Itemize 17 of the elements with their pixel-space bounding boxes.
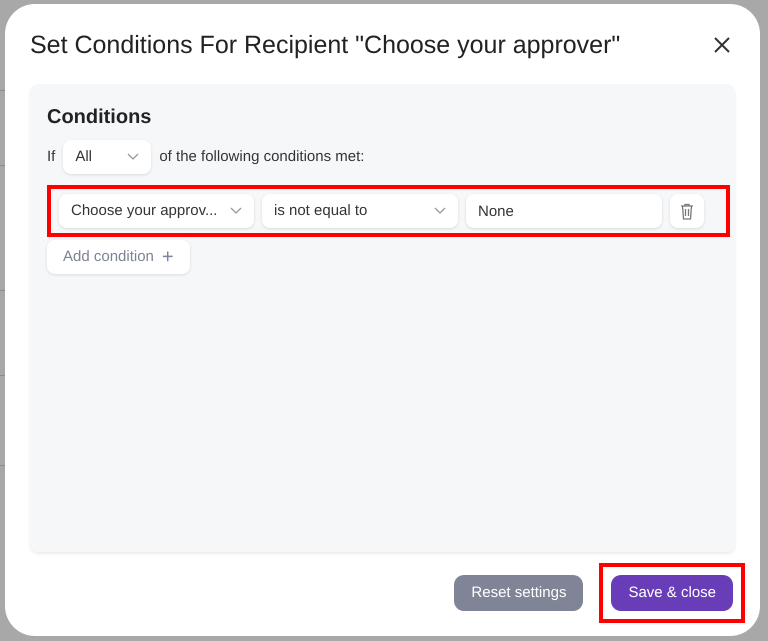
dialog-title: Set Conditions For Recipient "Choose your approver" [30, 30, 620, 60]
save-button[interactable]: Save & close [611, 575, 733, 611]
chevron-down-icon [434, 207, 446, 215]
field-dropdown[interactable]: Choose your approv... [59, 194, 254, 228]
match-dropdown[interactable]: All [63, 140, 152, 174]
conditions-label: of the following conditions met: [159, 146, 364, 167]
reset-button[interactable]: Reset settings [454, 575, 584, 611]
value-field[interactable]: None [466, 194, 662, 228]
if-label: If [47, 146, 56, 167]
trash-icon [680, 202, 694, 220]
operator-dropdown[interactable]: is not equal to [262, 194, 458, 228]
close-icon [713, 36, 731, 54]
chevron-down-icon [230, 207, 242, 215]
delete-button[interactable] [670, 194, 704, 228]
add-condition-button[interactable]: Add condition + [47, 240, 190, 274]
panel-heading: Conditions [47, 105, 152, 130]
chevron-down-icon [127, 153, 140, 161]
